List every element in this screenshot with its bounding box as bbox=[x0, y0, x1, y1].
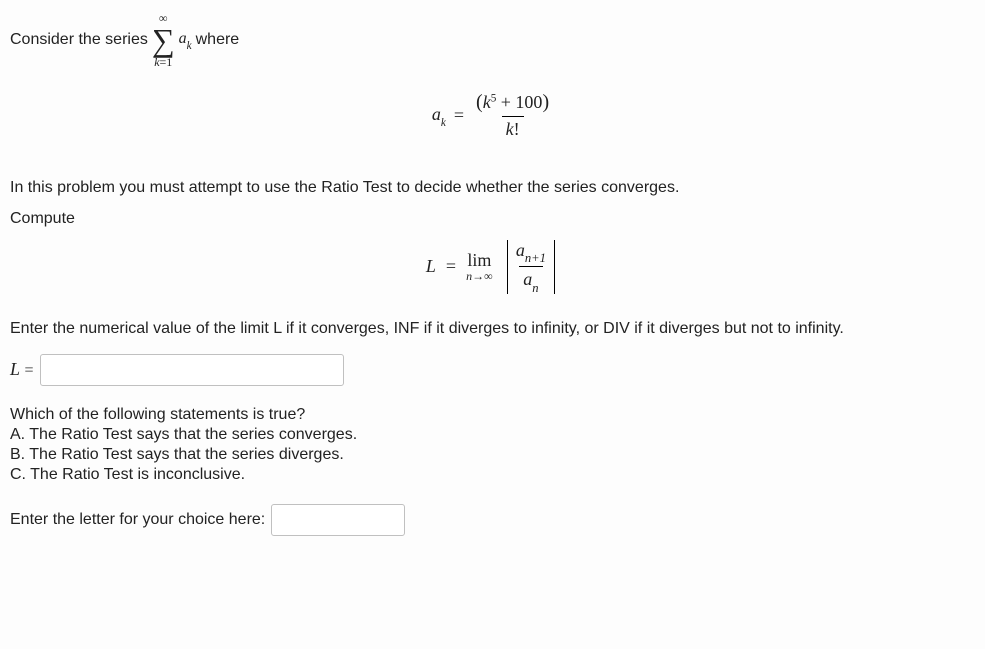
summation-symbol: ∞ ∑ k=1 bbox=[152, 12, 175, 68]
intro-prefix: Consider the series bbox=[10, 31, 148, 49]
multiple-choice-block: Which of the following statements is tru… bbox=[10, 406, 975, 484]
limit-expression: L = lim n→∞ an+1 an bbox=[10, 240, 975, 294]
formula-lhs: ak bbox=[432, 104, 446, 127]
sigma-icon: ∑ bbox=[152, 24, 175, 56]
compute-label: Compute bbox=[10, 208, 975, 230]
limit-value-input[interactable] bbox=[40, 354, 344, 386]
fraction: (k5 + 100) k! bbox=[472, 90, 553, 141]
enter-limit-instruction: Enter the numerical value of the limit L… bbox=[10, 318, 975, 340]
abs-bar-left bbox=[507, 240, 508, 294]
limit-answer-row: L = bbox=[10, 354, 975, 386]
mc-option-c: C. The Ratio Test is inconclusive. bbox=[10, 466, 975, 484]
ratio-test-instruction: In this problem you must attempt to use … bbox=[10, 177, 975, 199]
absolute-value: an+1 an bbox=[503, 240, 559, 294]
choice-prompt: Enter the letter for your choice here: bbox=[10, 511, 265, 529]
lim-operator: lim n→∞ bbox=[466, 251, 493, 282]
numerator: (k5 + 100) bbox=[472, 90, 553, 116]
ratio-fraction: an+1 an bbox=[512, 240, 550, 294]
mc-option-a: A. The Ratio Test says that the series c… bbox=[10, 426, 975, 444]
series-term-formula: ak = (k5 + 100) k! bbox=[10, 90, 975, 141]
mc-option-b: B. The Ratio Test says that the series d… bbox=[10, 446, 975, 464]
limit-L: L bbox=[426, 256, 436, 277]
intro-line: Consider the series ∞ ∑ k=1 ak where bbox=[10, 12, 975, 68]
summation-term: ak bbox=[179, 30, 192, 50]
sum-lower: k=1 bbox=[154, 56, 172, 68]
denominator: k! bbox=[502, 116, 524, 141]
intro-suffix: where bbox=[196, 31, 240, 49]
mc-question: Which of the following statements is tru… bbox=[10, 406, 975, 424]
choice-letter-input[interactable] bbox=[271, 504, 405, 536]
choice-answer-row: Enter the letter for your choice here: bbox=[10, 504, 975, 536]
abs-bar-right bbox=[554, 240, 555, 294]
limit-eq: = bbox=[446, 256, 456, 277]
equals-sign: = bbox=[454, 105, 464, 126]
L-equals-label: L = bbox=[10, 359, 34, 380]
